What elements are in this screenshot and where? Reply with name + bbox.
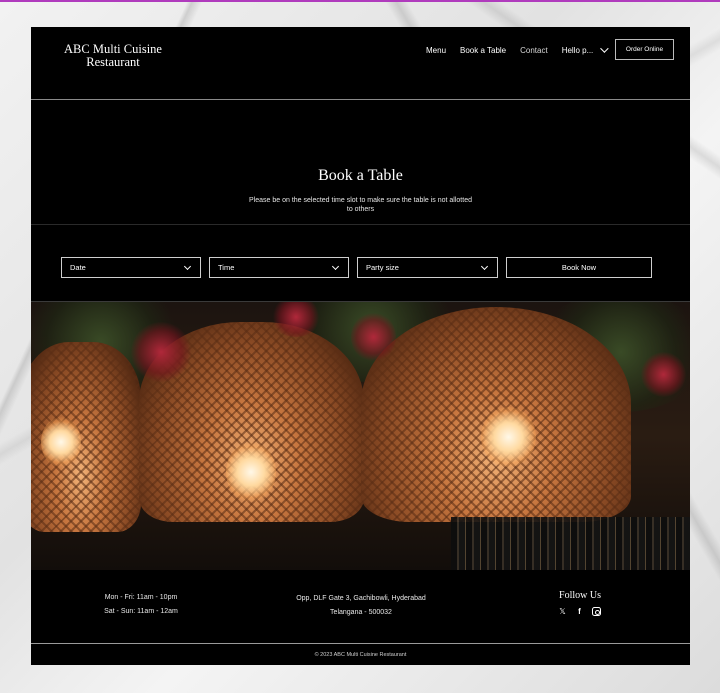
date-dropdown[interactable]: Date: [61, 257, 201, 278]
address-line-1: Opp, DLF Gate 3, Gachibowli, Hyderabad: [296, 595, 426, 602]
page-subtitle: Please be on the selected time slot to m…: [249, 197, 472, 213]
chevron-down-icon: [331, 262, 340, 271]
date-label: Date: [70, 263, 86, 272]
page-title: Book a Table: [318, 167, 403, 184]
follow-us-title: Follow Us: [559, 590, 601, 601]
main-nav: Menu Book a Table Contact Hello p...: [426, 44, 609, 56]
light-bulb: [481, 407, 536, 467]
hours-weekdays: Mon - Fri: 11am - 10pm: [104, 594, 178, 601]
site-logo[interactable]: ABC Multi Cuisine Restaurant: [59, 43, 167, 69]
address: Opp, DLF Gate 3, Gachibowli, Hyderabad T…: [271, 592, 451, 620]
party-size-dropdown[interactable]: Party size: [357, 257, 498, 278]
chevron-down-icon: [600, 44, 609, 53]
user-greeting: Hello p...: [561, 45, 594, 55]
berries: [351, 312, 396, 362]
berries: [131, 322, 191, 382]
restaurant-photo: [31, 302, 690, 570]
chevron-down-icon: [183, 262, 192, 271]
facebook-icon[interactable]: f: [575, 607, 584, 616]
social-links: 𝕏 f: [558, 607, 601, 616]
divider: [31, 643, 690, 644]
light-bulb: [41, 417, 81, 467]
order-online-button[interactable]: Order Online: [615, 39, 674, 60]
top-accent-border: [0, 0, 720, 2]
twitter-icon[interactable]: 𝕏: [558, 607, 567, 616]
hours-weekend: Sat - Sun: 11am - 12am: [104, 608, 178, 615]
party-size-label: Party size: [366, 263, 399, 272]
bar-bottles: [451, 517, 690, 570]
copyright-text: © 2023 ABC Multi Cuisine Restaurant: [314, 652, 407, 658]
time-dropdown[interactable]: Time: [209, 257, 349, 278]
instagram-icon[interactable]: [592, 607, 601, 616]
light-bulb: [226, 442, 276, 502]
divider: [31, 224, 690, 225]
nav-item-contact[interactable]: Contact: [520, 46, 548, 55]
time-label: Time: [218, 263, 235, 272]
berries: [641, 352, 686, 397]
user-menu[interactable]: Hello p...: [561, 44, 609, 55]
website-frame: ABC Multi Cuisine Restaurant Menu Book a…: [31, 27, 690, 665]
site-header: ABC Multi Cuisine Restaurant Menu Book a…: [31, 27, 690, 100]
opening-hours: Mon - Fri: 11am - 10pm Sat - Sun: 11am -…: [71, 591, 211, 619]
nav-item-menu[interactable]: Menu: [426, 46, 446, 55]
book-now-button[interactable]: Book Now: [506, 257, 652, 278]
nav-item-book-a-table[interactable]: Book a Table: [460, 46, 506, 55]
chevron-down-icon: [480, 262, 489, 271]
address-line-2: Telangana - 500032: [330, 609, 392, 616]
